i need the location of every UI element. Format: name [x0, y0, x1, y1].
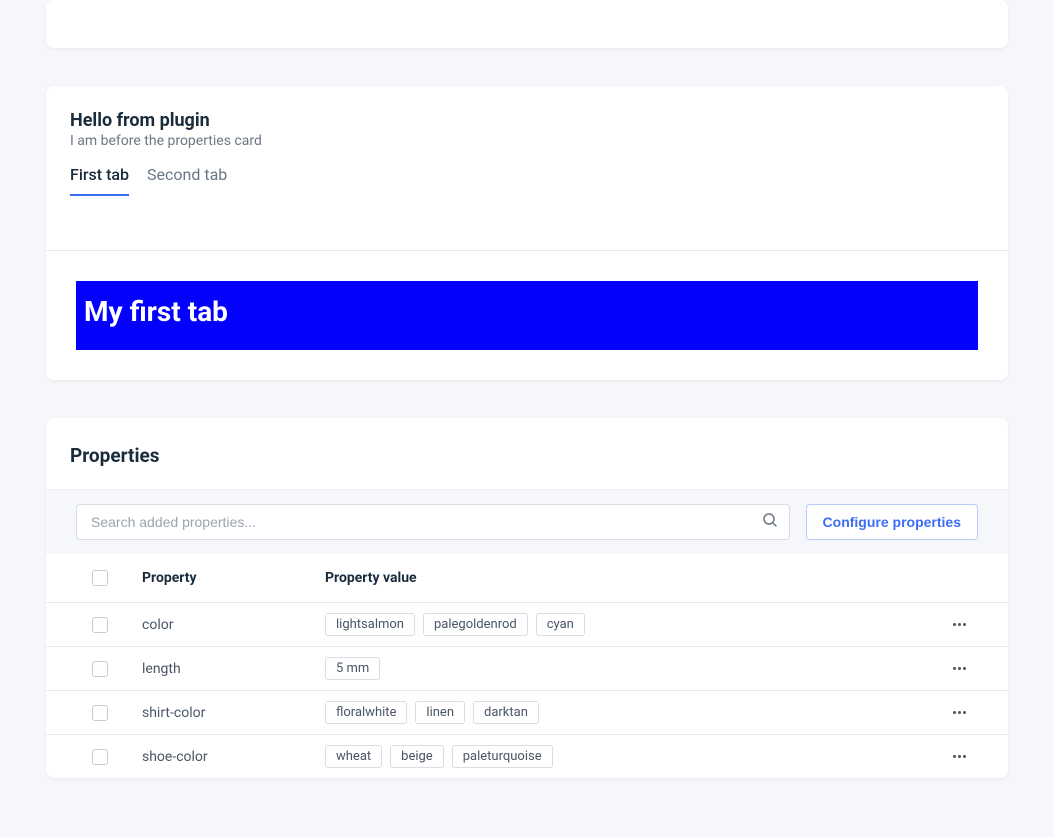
- property-value-cell: floralwhite linen darktan: [325, 701, 934, 724]
- property-tag: cyan: [536, 613, 585, 636]
- header-value: Property value: [325, 570, 934, 586]
- properties-table: Property Property value colorlightsalmon…: [46, 554, 1008, 778]
- property-value-cell: lightsalmon palegoldenrod cyan: [325, 613, 934, 636]
- plugin-tabs: First tab Second tab: [46, 165, 1008, 196]
- plugin-title: Hello from plugin: [70, 110, 984, 131]
- configure-properties-button[interactable]: Configure properties: [806, 504, 978, 540]
- table-row: length5 mm: [46, 647, 1008, 691]
- row-checkbox[interactable]: [92, 705, 108, 721]
- table-body: colorlightsalmon palegoldenrod cyan length5…: [46, 603, 1008, 778]
- tab-banner: My first tab: [76, 281, 978, 350]
- table-row: colorlightsalmon palegoldenrod cyan: [46, 603, 1008, 647]
- property-tags: lightsalmon palegoldenrod cyan: [325, 613, 934, 636]
- row-actions-cell: [934, 755, 984, 758]
- select-all-checkbox[interactable]: [92, 570, 108, 586]
- properties-header: Properties: [46, 418, 1008, 489]
- header-property: Property: [130, 570, 325, 586]
- more-icon[interactable]: [953, 623, 966, 626]
- more-icon[interactable]: [953, 667, 966, 670]
- table-row: shirt-colorfloralwhite linen darktan: [46, 691, 1008, 735]
- property-value-cell: 5 mm: [325, 657, 934, 680]
- tab-second[interactable]: Second tab: [147, 165, 227, 196]
- property-tag: 5 mm: [325, 657, 380, 680]
- row-checkbox-cell: [70, 661, 130, 677]
- properties-toolbar: Configure properties: [46, 489, 1008, 554]
- property-name: shirt-color: [130, 705, 325, 721]
- row-checkbox[interactable]: [92, 661, 108, 677]
- properties-title: Properties: [70, 444, 984, 467]
- row-checkbox-cell: [70, 617, 130, 633]
- property-name: color: [130, 617, 325, 633]
- row-actions-cell: [934, 711, 984, 714]
- property-tags: 5 mm: [325, 657, 934, 680]
- row-actions-cell: [934, 667, 984, 670]
- row-checkbox[interactable]: [92, 617, 108, 633]
- property-name: shoe-color: [130, 749, 325, 765]
- tab-first[interactable]: First tab: [70, 165, 129, 196]
- preceding-card: [46, 0, 1008, 48]
- property-tags: floralwhite linen darktan: [325, 701, 934, 724]
- property-tag: darktan: [473, 701, 539, 724]
- more-icon[interactable]: [953, 711, 966, 714]
- search-wrap: [76, 504, 790, 540]
- properties-card: Properties Configure properties Property…: [46, 418, 1008, 778]
- header-checkbox-cell: [70, 570, 130, 586]
- search-input[interactable]: [76, 504, 790, 540]
- property-tag: linen: [415, 701, 465, 724]
- property-tag: beige: [390, 745, 444, 768]
- property-name: length: [130, 661, 325, 677]
- more-icon[interactable]: [953, 755, 966, 758]
- table-header: Property Property value: [46, 554, 1008, 603]
- table-row: shoe-colorwheat beige paleturquoise: [46, 735, 1008, 778]
- row-checkbox-cell: [70, 749, 130, 765]
- plugin-card: Hello from plugin I am before the proper…: [46, 86, 1008, 380]
- property-tag: floralwhite: [325, 701, 407, 724]
- row-checkbox-cell: [70, 705, 130, 721]
- property-tag: wheat: [325, 745, 382, 768]
- plugin-header: Hello from plugin I am before the proper…: [46, 86, 1008, 149]
- property-tag: lightsalmon: [325, 613, 415, 636]
- property-tag: paleturquoise: [452, 745, 553, 768]
- property-tags: wheat beige paleturquoise: [325, 745, 934, 768]
- tab-content: My first tab: [46, 250, 1008, 380]
- property-value-cell: wheat beige paleturquoise: [325, 745, 934, 768]
- search-icon: [762, 512, 778, 532]
- row-actions-cell: [934, 623, 984, 626]
- row-checkbox[interactable]: [92, 749, 108, 765]
- plugin-subtitle: I am before the properties card: [70, 133, 984, 149]
- property-tag: palegoldenrod: [423, 613, 528, 636]
